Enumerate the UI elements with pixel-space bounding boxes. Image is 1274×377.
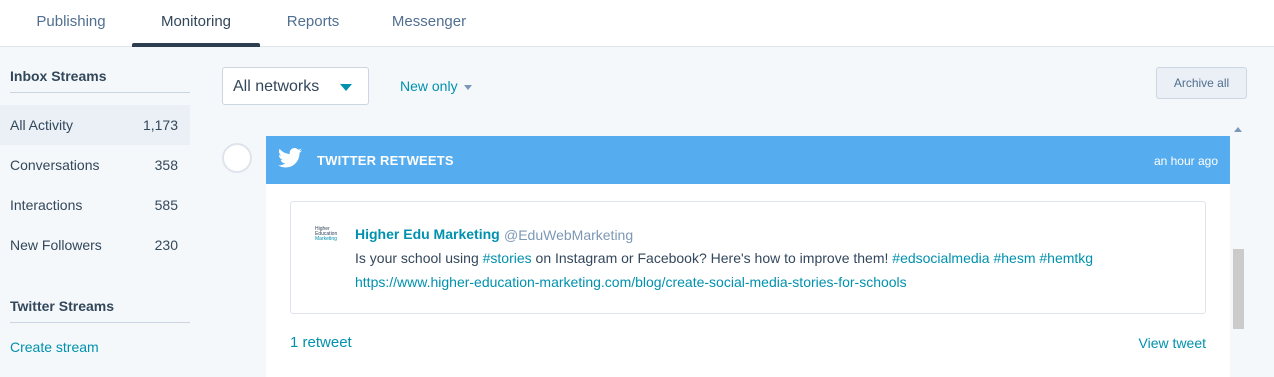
sidebar-item-count: 230 bbox=[154, 237, 178, 253]
scrollbar-thumb[interactable] bbox=[1233, 249, 1244, 329]
sidebar-item-new-followers[interactable]: New Followers 230 bbox=[0, 225, 190, 265]
sidebar-item-interactions[interactable]: Interactions 585 bbox=[0, 185, 190, 225]
feed-scrollbar[interactable] bbox=[1230, 123, 1246, 377]
sidebar-item-count: 585 bbox=[154, 197, 178, 213]
activity-feed: TWITTER RETWEETS an hour ago Higher Educ… bbox=[222, 123, 1247, 377]
sidebar-item-count: 1,173 bbox=[142, 117, 178, 133]
sidebar-item-label: Interactions bbox=[10, 197, 83, 213]
avatar: Higher Education Marketing bbox=[315, 227, 343, 247]
retweet-count-link[interactable]: 1 retweet bbox=[290, 334, 352, 351]
tab-messenger[interactable]: Messenger bbox=[385, 0, 473, 46]
tweet-text: Is your school using #stories on Instagr… bbox=[355, 250, 1093, 266]
tweet-handle: @EduWebMarketing bbox=[504, 227, 634, 243]
network-select[interactable]: All networks bbox=[222, 67, 369, 105]
top-tab-bar: Publishing Monitoring Reports Messenger bbox=[0, 0, 1274, 47]
tweet-embed: Higher Education Marketing Higher Edu Ma… bbox=[290, 201, 1206, 314]
avatar-text: Marketing bbox=[315, 236, 337, 242]
activity-card: TWITTER RETWEETS an hour ago Higher Educ… bbox=[266, 136, 1230, 377]
main-panel: All networks New only Archive all TWITTE… bbox=[200, 47, 1274, 377]
filter-label: New only bbox=[400, 78, 458, 94]
sidebar-item-all-activity[interactable]: All Activity 1,173 bbox=[0, 105, 190, 145]
tab-monitoring[interactable]: Monitoring bbox=[132, 0, 260, 47]
sidebar-item-count: 358 bbox=[154, 157, 178, 173]
tweet-text-segment: Is your school using bbox=[355, 250, 483, 266]
tweet-link[interactable]: https://www.higher-education-marketing.c… bbox=[355, 274, 907, 290]
inbox-streams-heading: Inbox Streams bbox=[10, 68, 190, 93]
hashtag-link[interactable]: #edsocialmedia bbox=[892, 250, 989, 266]
sidebar-item-conversations[interactable]: Conversations 358 bbox=[0, 145, 190, 185]
tweet-text-segment: on Instagram or Facebook? Here's how to … bbox=[531, 250, 893, 266]
select-item-radio[interactable] bbox=[222, 143, 252, 173]
card-title: TWITTER RETWEETS bbox=[317, 153, 454, 168]
create-stream-link[interactable]: Create stream bbox=[10, 339, 99, 355]
twitter-bird-icon bbox=[278, 148, 302, 168]
archive-all-button[interactable]: Archive all bbox=[1156, 67, 1247, 99]
new-only-filter[interactable]: New only bbox=[400, 78, 472, 94]
card-header: TWITTER RETWEETS an hour ago bbox=[266, 136, 1230, 184]
caret-down-icon bbox=[340, 84, 352, 91]
view-tweet-link[interactable]: View tweet bbox=[1139, 335, 1206, 351]
hashtag-link[interactable]: #stories bbox=[483, 250, 532, 266]
tab-publishing[interactable]: Publishing bbox=[30, 0, 112, 46]
caret-down-icon bbox=[463, 84, 472, 90]
hashtag-link[interactable]: #hesm bbox=[993, 250, 1035, 266]
twitter-streams-heading: Twitter Streams bbox=[10, 298, 190, 323]
scroll-up-icon[interactable] bbox=[1234, 127, 1242, 132]
sidebar: Inbox Streams All Activity 1,173 Convers… bbox=[0, 47, 200, 377]
hashtag-link[interactable]: #hemtkg bbox=[1039, 250, 1093, 266]
sidebar-item-label: All Activity bbox=[10, 117, 74, 133]
sidebar-item-label: New Followers bbox=[10, 237, 102, 253]
tweet-author[interactable]: Higher Edu Marketing bbox=[355, 226, 500, 242]
tab-reports[interactable]: Reports bbox=[280, 0, 346, 46]
network-select-value: All networks bbox=[233, 78, 320, 95]
card-timestamp: an hour ago bbox=[1153, 154, 1218, 168]
sidebar-item-label: Conversations bbox=[10, 157, 100, 173]
